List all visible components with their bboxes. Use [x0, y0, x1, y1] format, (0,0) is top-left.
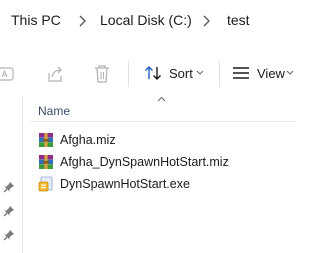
- toolbar-divider: [128, 61, 129, 87]
- pin-icon[interactable]: [3, 181, 15, 193]
- sort-button[interactable]: Sort: [140, 52, 210, 94]
- chevron-right-icon: [79, 15, 86, 27]
- sort-icon: [145, 66, 161, 80]
- file-row[interactable]: DynSpawnHotStart.exe: [30, 173, 296, 195]
- breadcrumb: This PC Local Disk (C:) test: [0, 0, 296, 42]
- view-button[interactable]: View: [228, 52, 296, 94]
- view-list-icon: [233, 67, 249, 79]
- file-row[interactable]: Afgha_DynSpawnHotStart.miz: [30, 151, 296, 173]
- chevron-down-icon: [196, 70, 204, 75]
- file-name: Afgha_DynSpawnHotStart.miz: [60, 155, 229, 169]
- winrar-archive-icon: [39, 133, 53, 147]
- rename-icon[interactable]: [0, 64, 16, 84]
- winrar-archive-icon: [39, 155, 53, 169]
- breadcrumb-item-local-disk[interactable]: Local Disk (C:): [100, 12, 192, 28]
- sort-label: Sort: [169, 66, 193, 81]
- command-bar: Sort View: [0, 52, 296, 94]
- breadcrumb-item-this-pc[interactable]: This PC: [11, 12, 61, 28]
- view-label: View: [257, 66, 285, 81]
- chevron-down-icon: [286, 70, 294, 75]
- file-name: Afgha.miz: [60, 133, 116, 147]
- sort-ascending-caret-icon: [157, 96, 166, 102]
- pin-icon[interactable]: [3, 205, 15, 217]
- chevron-right-icon: [203, 15, 210, 27]
- share-icon[interactable]: [46, 64, 66, 84]
- toolbar-divider: [219, 61, 220, 87]
- executable-icon: [38, 176, 53, 192]
- delete-icon[interactable]: [93, 64, 111, 84]
- navigation-pane-divider: [22, 96, 23, 253]
- file-name: DynSpawnHotStart.exe: [60, 177, 190, 191]
- file-row[interactable]: Afgha.miz: [30, 129, 296, 151]
- breadcrumb-item-test[interactable]: test: [227, 12, 250, 28]
- pin-icon[interactable]: [3, 229, 15, 241]
- column-header-divider: [30, 121, 296, 122]
- column-header-name[interactable]: Name: [38, 104, 70, 118]
